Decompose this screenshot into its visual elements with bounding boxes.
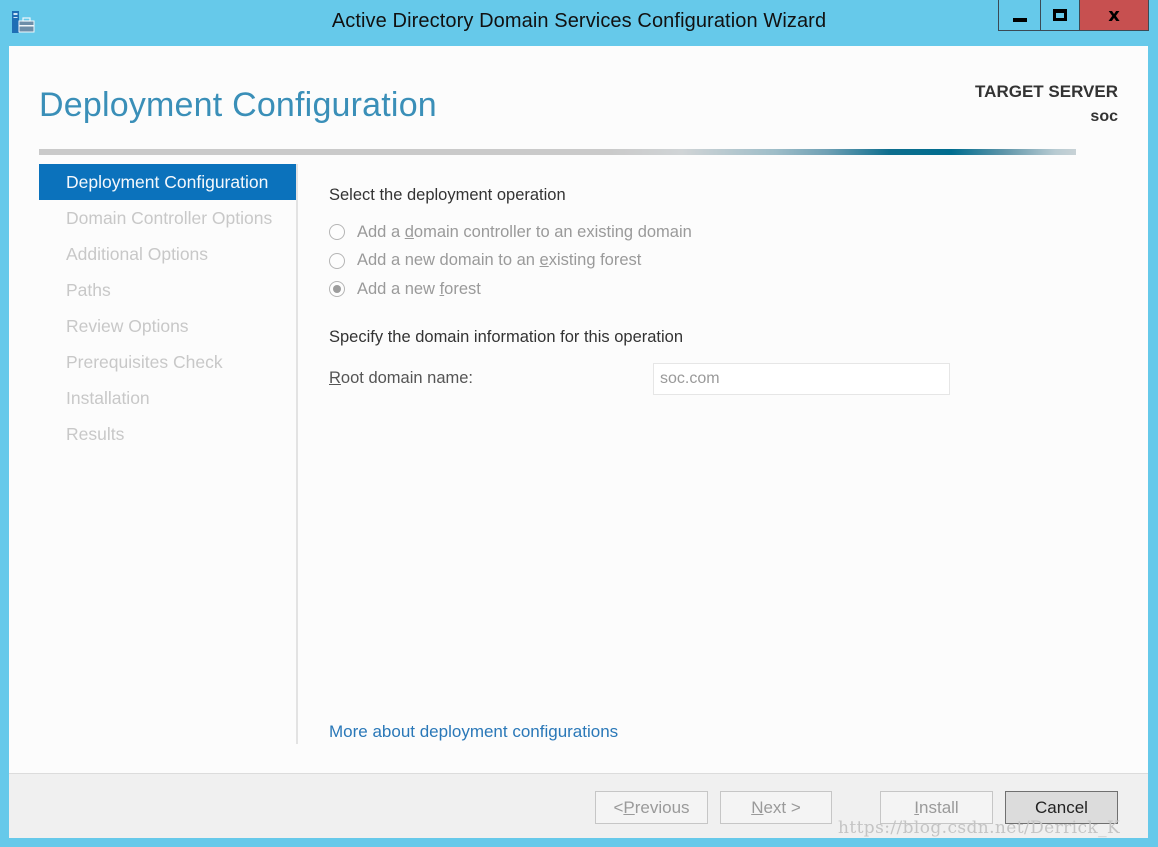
maximize-button[interactable]: [1041, 0, 1080, 30]
nav-item-paths: Paths: [66, 280, 111, 300]
operation-heading: Select the deployment operation: [329, 186, 566, 204]
next-button[interactable]: Next >: [720, 791, 832, 824]
minimize-button[interactable]: [999, 0, 1041, 30]
watermark-text: https://blog.csdn.net/Derrick_K: [838, 818, 1121, 838]
nav-divider: [296, 164, 298, 744]
deployment-operation-radio-group: Add a domain controller to an existing d…: [329, 218, 1129, 304]
label-part: omain controller to an existing domain: [413, 222, 692, 241]
maximize-icon: [1053, 9, 1067, 21]
target-server-value: soc: [1090, 108, 1118, 125]
radio-selected-dot: [333, 285, 341, 294]
radio-add-new-forest[interactable]: Add a new forest: [329, 275, 1129, 304]
label-part: ext >: [763, 797, 801, 817]
close-icon: x: [1108, 4, 1120, 26]
root-domain-label: Root domain name:: [329, 369, 653, 388]
wizard-progress-bar: [39, 149, 1076, 155]
title-bar: Active Directory Domain Services Configu…: [0, 0, 1158, 46]
nav-item-domain-controller-options: Domain Controller Options: [66, 208, 273, 228]
access-key: N: [751, 797, 764, 817]
window-controls: x: [998, 0, 1149, 31]
access-key: R: [329, 369, 341, 387]
main-content: Select the deployment operation Add a do…: [329, 186, 1129, 395]
radio-button[interactable]: [329, 224, 345, 241]
label-part: orest: [444, 279, 481, 298]
label-part: nstall: [919, 797, 959, 817]
close-button[interactable]: x: [1080, 0, 1148, 30]
radio-label: Add a new domain to an existing forest: [357, 251, 641, 270]
page-title: Deployment Configuration: [39, 86, 437, 124]
more-about-deployment-link[interactable]: More about deployment configurations: [329, 722, 618, 742]
label-part: Add a: [357, 222, 405, 241]
wizard-steps-nav: Deployment Configuration Domain Controll…: [39, 164, 297, 744]
nav-item-deployment-configuration[interactable]: Deployment Configuration: [39, 164, 297, 200]
nav-item-additional-options: Additional Options: [66, 244, 209, 264]
label-part: <: [613, 797, 624, 817]
radio-button-selected[interactable]: [329, 281, 345, 298]
label-part: oot domain name:: [340, 369, 474, 387]
window-title: Active Directory Domain Services Configu…: [331, 10, 827, 32]
radio-label: Add a new forest: [357, 280, 481, 299]
root-domain-input[interactable]: [653, 362, 950, 395]
nav-item-installation: Installation: [66, 388, 150, 408]
radio-button[interactable]: [329, 252, 345, 269]
domain-info-heading: Specify the domain information for this …: [329, 327, 684, 346]
nav-item-review-options: Review Options: [66, 316, 189, 336]
access-key: e: [539, 251, 549, 270]
access-key: P: [623, 797, 635, 817]
label-part: revious: [634, 797, 690, 817]
previous-button[interactable]: < Previous: [595, 791, 708, 824]
label-part: Add a new: [357, 279, 440, 298]
radio-label: Add a domain controller to an existing d…: [357, 223, 692, 242]
target-server-label: TARGET SERVER: [975, 82, 1118, 101]
minimize-icon: [1012, 18, 1027, 22]
label-part: xisting forest: [548, 251, 642, 270]
access-key: d: [404, 222, 414, 241]
radio-add-domain-controller[interactable]: Add a domain controller to an existing d…: [329, 218, 1129, 247]
nav-item-results: Results: [66, 424, 125, 444]
wizard-client-area: Deployment Configuration TARGET SERVER s…: [9, 46, 1148, 838]
radio-add-new-domain[interactable]: Add a new domain to an existing forest: [329, 247, 1129, 276]
nav-item-prerequisites-check: Prerequisites Check: [66, 352, 223, 372]
root-domain-row: Root domain name:: [329, 362, 1129, 395]
label-part: Add a new domain to an: [357, 251, 540, 270]
